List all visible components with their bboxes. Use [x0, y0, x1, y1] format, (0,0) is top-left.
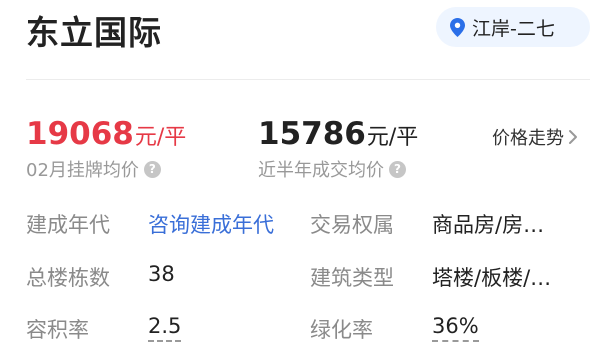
- location-text: 江岸-二七: [472, 17, 555, 40]
- buildings-value: 38: [148, 262, 175, 286]
- info-row-build-year: 建成年代 咨询建成年代 交易权属 商品房/房…: [0, 209, 600, 243]
- help-circle-icon[interactable]: ?: [389, 160, 406, 178]
- ownership-value[interactable]: 商品房/房…: [432, 209, 544, 239]
- building-type-value[interactable]: 塔楼/板楼/…: [432, 262, 551, 292]
- green-ratio-value[interactable]: 36%: [432, 314, 479, 342]
- ownership-label: 交易权属: [310, 213, 394, 237]
- community-title: 东立国际: [26, 13, 162, 52]
- build-year-label: 建成年代: [26, 213, 110, 237]
- info-row-buildings: 总楼栋数 38 建筑类型 塔楼/板楼/…: [0, 262, 600, 296]
- price-trend-label: 价格走势: [492, 128, 564, 149]
- info-row-ratios: 容积率 2.5 绿化率 36%: [0, 314, 600, 348]
- green-ratio-label: 绿化率: [310, 318, 373, 342]
- build-year-consult-link[interactable]: 咨询建成年代: [148, 209, 274, 239]
- transaction-price-caption: 近半年成交均价: [258, 160, 384, 181]
- help-circle-icon[interactable]: ?: [143, 160, 161, 178]
- building-type-label: 建筑类型: [310, 266, 394, 290]
- listing-price-unit: 元/平: [134, 125, 187, 150]
- community-card: 东立国际 江岸-二七 19068 元/平 02月挂牌均价 ? 15786 元/平…: [0, 0, 600, 357]
- header-divider: [26, 79, 590, 80]
- chevron-right-icon: [569, 130, 577, 144]
- listing-price-value: 19068: [26, 116, 134, 152]
- plot-ratio-value[interactable]: 2.5: [148, 314, 182, 342]
- transaction-price-value: 15786: [258, 116, 366, 152]
- listing-price-caption: 02月挂牌均价: [26, 160, 139, 181]
- location-chip[interactable]: 江岸-二七: [436, 7, 590, 47]
- location-pin-icon: [450, 17, 465, 37]
- buildings-label: 总楼栋数: [26, 266, 110, 290]
- listing-price-block: 19068 元/平 02月挂牌均价 ?: [26, 116, 186, 182]
- plot-ratio-label: 容积率: [26, 318, 89, 342]
- transaction-price-block: 15786 元/平 近半年成交均价 ?: [258, 116, 418, 182]
- transaction-price-unit: 元/平: [366, 125, 419, 150]
- price-trend-link[interactable]: 价格走势: [492, 124, 578, 150]
